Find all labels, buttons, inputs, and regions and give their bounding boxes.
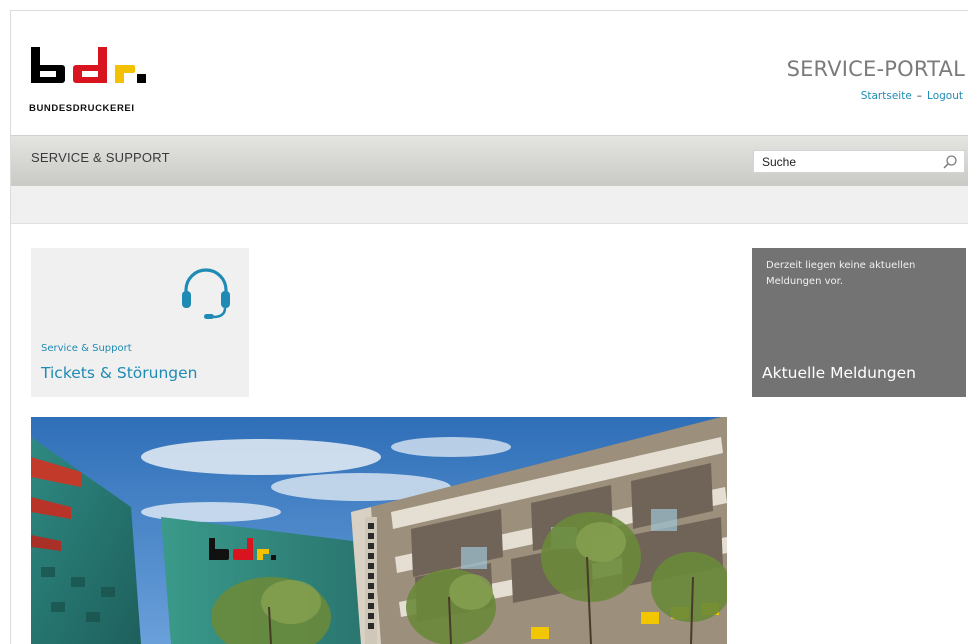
page-frame: BUNDESDRUCKEREI SERVICE-PORTAL Startseit… <box>10 10 968 644</box>
search-input[interactable] <box>762 154 932 169</box>
news-message: Derzeit liegen keine aktuellen Meldungen… <box>766 260 916 287</box>
logo-wordmark: BUNDESDRUCKEREI <box>29 103 135 114</box>
main-nav: SERVICE & SUPPORT <box>11 135 968 187</box>
search-icon[interactable] <box>942 154 958 170</box>
bdr-logo[interactable]: BUNDESDRUCKEREI <box>29 43 169 115</box>
tile-title: Tickets & Störungen <box>41 364 198 382</box>
nav-item-service-support[interactable]: SERVICE & SUPPORT <box>31 150 170 165</box>
tile-subtitle: Service & Support <box>41 343 132 354</box>
portal-title: SERVICE-PORTAL <box>786 57 965 81</box>
logo-mark-icon <box>31 47 146 83</box>
news-panel[interactable]: Derzeit liegen keine aktuellen Meldungen… <box>752 248 966 397</box>
header-links: Startseite – Logout <box>861 90 963 102</box>
hero-image <box>31 417 727 644</box>
logout-link[interactable]: Logout <box>927 90 963 102</box>
sub-bar <box>11 186 968 224</box>
news-title: Aktuelle Meldungen <box>762 364 916 382</box>
link-separator: – <box>916 90 923 102</box>
search-box <box>753 150 965 173</box>
building-photo <box>31 417 727 644</box>
tile-tickets-stoerungen[interactable]: Service & Support Tickets & Störungen <box>31 248 249 397</box>
headset-icon <box>182 268 230 319</box>
startseite-link[interactable]: Startseite <box>861 90 912 102</box>
